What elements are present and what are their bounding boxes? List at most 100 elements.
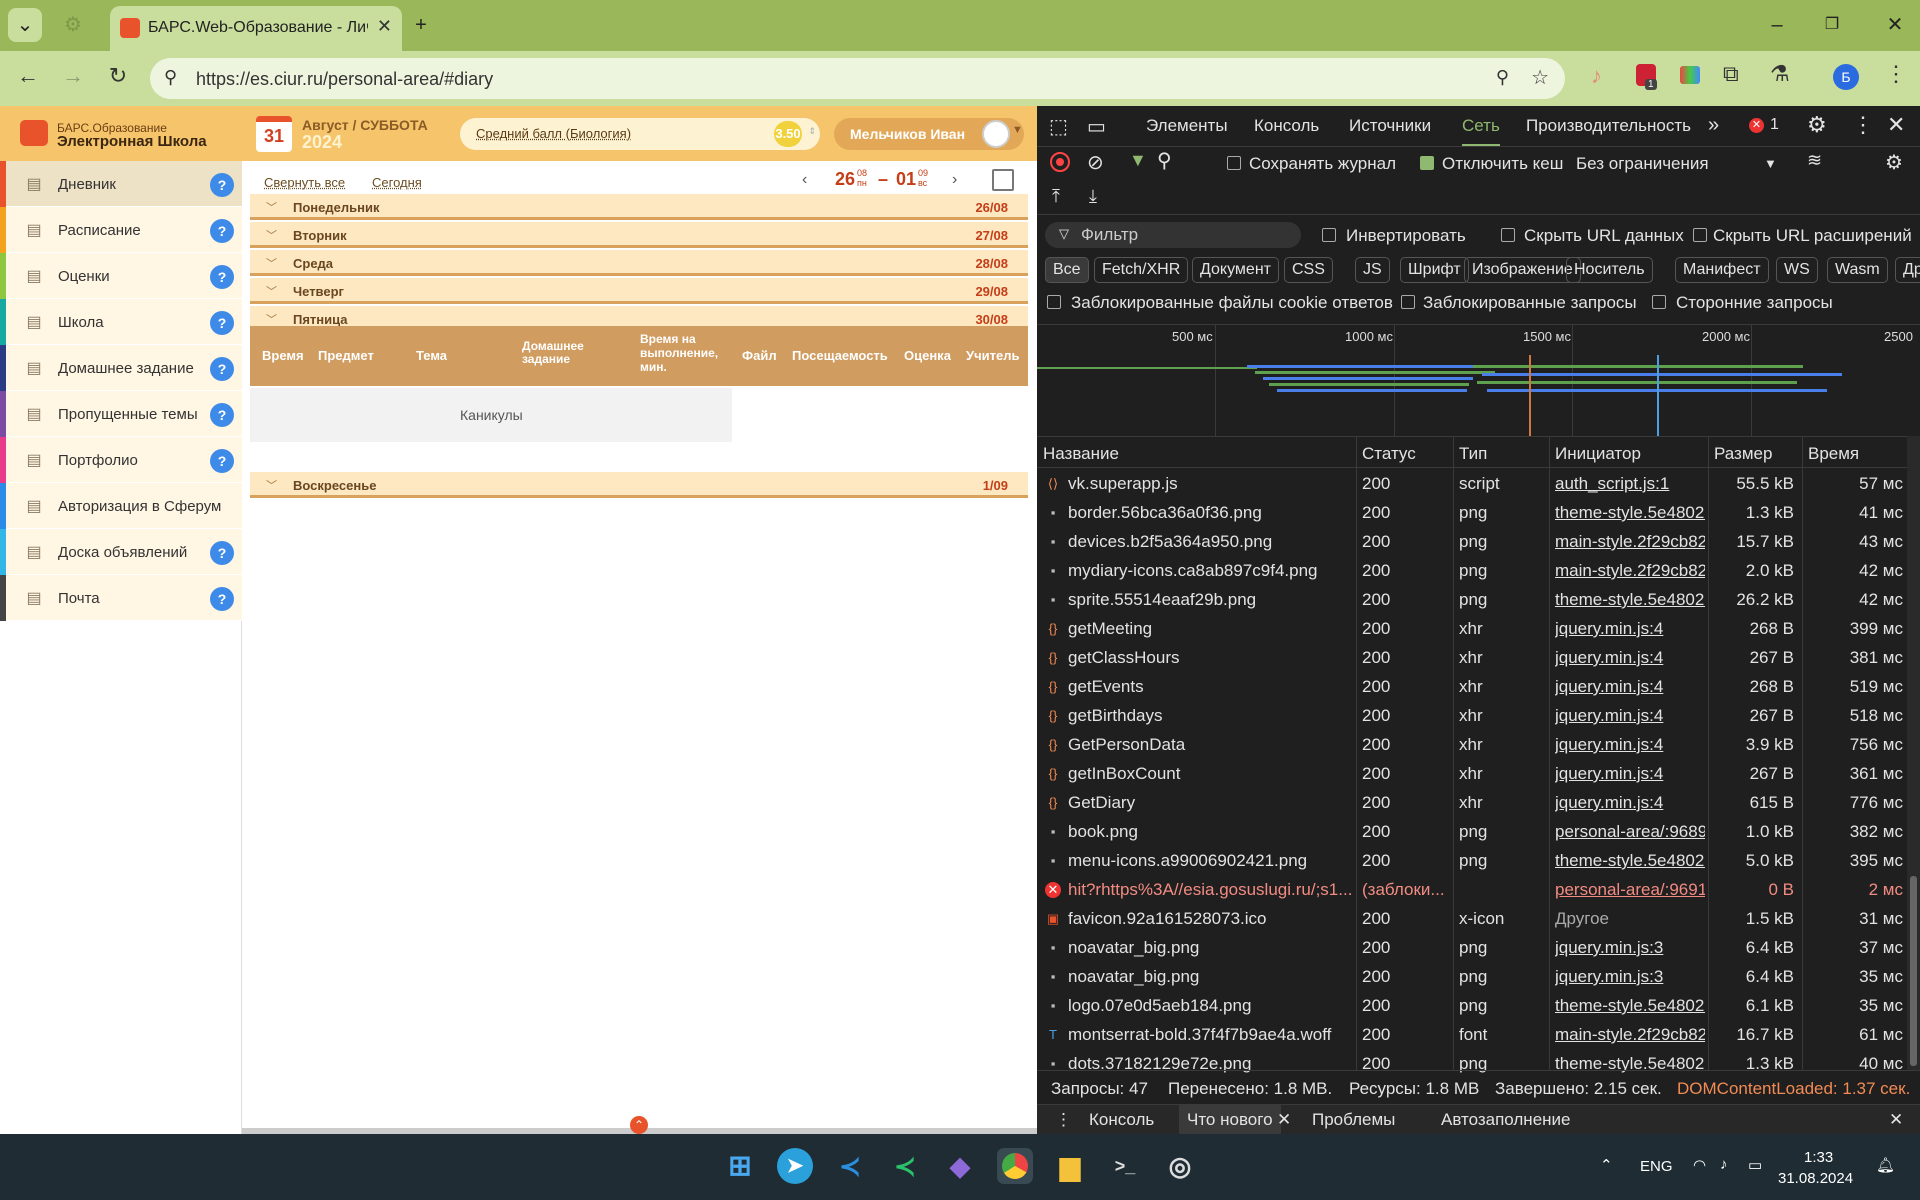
request-row[interactable]: ▣ favicon.92a161528073.ico 200 x-icon Др… (1037, 904, 1907, 933)
day-row[interactable]: ﹀ Понедельник 26/08 (250, 194, 1028, 220)
request-row[interactable]: {} getEvents 200 xhr jquery.min.js:4 268… (1037, 672, 1907, 701)
request-row[interactable]: ▪ devices.b2f5a364a950.png 200 png main-… (1037, 527, 1907, 556)
request-row[interactable]: ▪ book.png 200 png personal-area/:9689 1… (1037, 817, 1907, 846)
request-initiator[interactable]: theme-style.5e48023 (1555, 590, 1705, 610)
obsidian-icon[interactable]: ◆ (942, 1148, 978, 1184)
clock-time[interactable]: 1:33 (1804, 1149, 1833, 1166)
request-row[interactable]: {} GetDiary 200 xhr jquery.min.js:4 615 … (1037, 788, 1907, 817)
request-initiator[interactable]: jquery.min.js:4 (1555, 677, 1705, 697)
average-grade-widget[interactable]: Средний балл (Биология) 3.50 ⇕ (460, 118, 820, 150)
new-tab-button[interactable]: + (404, 8, 438, 42)
request-row[interactable]: ▪ noavatar_big.png 200 png jquery.min.js… (1037, 962, 1907, 991)
devtools-tab[interactable]: Элементы (1146, 116, 1228, 136)
request-row[interactable]: ▪ sprite.55514eaaf29b.png 200 png theme-… (1037, 585, 1907, 614)
user-dropdown-icon[interactable]: ▼ (1012, 124, 1023, 136)
devtools-tab[interactable]: Сеть (1462, 116, 1500, 146)
help-button[interactable]: ? (210, 541, 234, 565)
request-row[interactable]: ✕ hit?rhttps%3A//esia.gosuslugi.ru/;s1..… (1037, 875, 1907, 904)
day-row[interactable]: ﹀ Вторник 27/08 (250, 222, 1028, 248)
record-stop-icon[interactable] (1050, 152, 1070, 172)
request-initiator[interactable]: jquery.min.js:3 (1555, 938, 1705, 958)
drawer-menu-icon[interactable]: ⋮ (1055, 1110, 1072, 1130)
drawer-close-icon[interactable]: ✕ (1889, 1110, 1903, 1130)
inspect-element-icon[interactable]: ⬚ (1049, 114, 1068, 139)
sidebar-item[interactable]: ▤ Домашнее задание? (0, 345, 242, 391)
type-filter-pill[interactable]: Носитель (1566, 257, 1653, 283)
settings-gear-icon[interactable]: ⚙ (1807, 112, 1827, 138)
request-initiator[interactable]: jquery.min.js:4 (1555, 735, 1705, 755)
hide-ext-urls-checkbox[interactable] (1693, 228, 1707, 242)
next-week-icon[interactable]: › (952, 171, 957, 189)
help-button[interactable]: ? (210, 357, 234, 381)
type-filter-pill[interactable]: Шрифт (1400, 257, 1469, 283)
tab-group-icon[interactable]: ⚙ (56, 8, 90, 42)
day-row[interactable]: ﹀ Воскресенье 1/09 (250, 472, 1028, 498)
chrome-dev-icon[interactable] (997, 1148, 1033, 1184)
request-row[interactable]: {} getMeeting 200 xhr jquery.min.js:4 26… (1037, 614, 1907, 643)
request-initiator[interactable]: jquery.min.js:4 (1555, 764, 1705, 784)
request-initiator[interactable]: main-style.2f29cb82e (1555, 561, 1705, 581)
requests-scrollbar[interactable] (1907, 436, 1920, 1070)
type-filter-pill[interactable]: Изображение (1464, 257, 1581, 283)
request-initiator[interactable]: personal-area/:9689 (1555, 822, 1705, 842)
request-initiator[interactable]: jquery.min.js:4 (1555, 648, 1705, 668)
type-filter-pill[interactable]: Манифест (1675, 257, 1769, 283)
vscode-icon[interactable]: ≺ (832, 1148, 868, 1184)
request-initiator[interactable]: jquery.min.js:4 (1555, 706, 1705, 726)
request-row[interactable]: ▪ logo.07e0d5aeb184.png 200 png theme-st… (1037, 991, 1907, 1020)
telegram-icon[interactable]: ➤ (777, 1148, 813, 1184)
profile-avatar[interactable]: Б (1833, 64, 1859, 90)
type-filter-pill[interactable]: JS (1355, 257, 1390, 283)
drawer-tab-console[interactable]: Консоль (1089, 1110, 1154, 1130)
sidebar-item[interactable]: ▤ Оценки? (0, 253, 242, 299)
sidebar-item[interactable]: ▤ Школа? (0, 299, 242, 345)
more-tabs-icon[interactable]: » (1708, 114, 1719, 137)
throttle-select[interactable]: Без ограничения (1576, 154, 1709, 174)
url-bar[interactable]: ⚲ https://es.ciur.ru/personal-area/#diar… (150, 58, 1565, 99)
blocked-requests-checkbox[interactable] (1401, 295, 1415, 309)
battery-icon[interactable]: ▭ (1748, 1156, 1762, 1174)
tab-close-icon[interactable]: ✕ (377, 16, 392, 37)
site-info-icon[interactable]: ⚲ (164, 67, 177, 88)
language-indicator[interactable]: ENG (1640, 1158, 1673, 1175)
color-extension-icon[interactable] (1680, 66, 1700, 84)
request-row[interactable]: {} GetPersonData 200 xhr jquery.min.js:4… (1037, 730, 1907, 759)
filter-input[interactable]: ▽ Фильтр (1045, 222, 1301, 248)
music-extension-icon[interactable]: ♪ (1591, 63, 1602, 89)
request-row[interactable]: {} getBirthdays 200 xhr jquery.min.js:4 … (1037, 701, 1907, 730)
grade-switch-icon[interactable]: ⇕ (808, 126, 816, 137)
bookmark-star-icon[interactable]: ☆ (1531, 65, 1549, 90)
reload-icon[interactable]: ↻ (103, 63, 133, 89)
hide-data-urls-checkbox[interactable] (1501, 228, 1515, 242)
throttle-dropdown-icon[interactable]: ▼ (1764, 156, 1777, 171)
devtools-tab[interactable]: Производительность (1526, 116, 1691, 136)
sidebar-item[interactable]: ▤ Дневник? (0, 161, 242, 207)
notifications-bell-icon[interactable]: 🔔︎ (1876, 1156, 1895, 1174)
request-row[interactable]: ⟨⟩ vk.superapp.js 200 script auth_script… (1037, 469, 1907, 498)
sidebar-item[interactable]: ▤ Авторизация в Сферум (0, 483, 242, 529)
request-initiator[interactable]: theme-style.5e48023 (1555, 851, 1705, 871)
browser-menu-icon[interactable]: ⋮ (1885, 61, 1907, 87)
day-row[interactable]: ﹀ Среда 28/08 (250, 250, 1028, 276)
col-type[interactable]: Тип (1459, 444, 1487, 464)
clock-date[interactable]: 31.08.2024 (1778, 1170, 1853, 1187)
help-button[interactable]: ? (210, 587, 234, 611)
collapse-all-link[interactable]: Свернуть все (264, 175, 345, 190)
request-row[interactable]: {} getClassHours 200 xhr jquery.min.js:4… (1037, 643, 1907, 672)
help-button[interactable]: ? (210, 173, 234, 197)
forward-icon[interactable]: → (58, 63, 88, 89)
sidebar-item[interactable]: ▤ Почта? (0, 575, 242, 621)
devtools-close-icon[interactable]: ✕ (1887, 112, 1905, 138)
col-size[interactable]: Размер (1714, 444, 1772, 464)
type-filter-pill[interactable]: CSS (1284, 257, 1333, 283)
drawer-tab-issues[interactable]: Проблемы (1312, 1110, 1395, 1130)
today-link[interactable]: Сегодня (372, 175, 422, 190)
vscode-insiders-icon[interactable]: ≺ (887, 1148, 923, 1184)
network-overview-timeline[interactable]: 500 мс 1000 мс 1500 мс 2000 мс 2500 (1037, 324, 1920, 437)
drawer-tab-autofill[interactable]: Автозаполнение (1441, 1110, 1571, 1130)
request-row[interactable]: {} getInBoxCount 200 xhr jquery.min.js:4… (1037, 759, 1907, 788)
help-button[interactable]: ? (210, 219, 234, 243)
prev-week-icon[interactable]: ‹ (802, 171, 807, 189)
restore-button[interactable]: ❐ (1815, 8, 1849, 42)
type-filter-pill[interactable]: Wasm (1827, 257, 1888, 283)
